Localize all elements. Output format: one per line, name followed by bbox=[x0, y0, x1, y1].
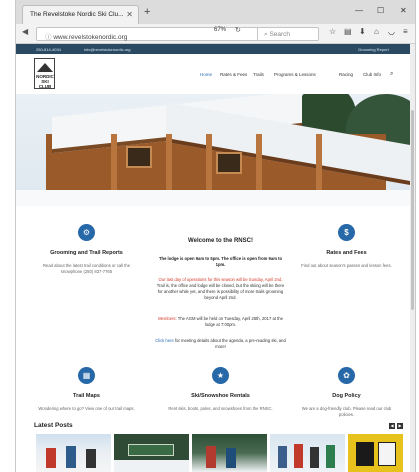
trail-maps-column: ▦ Trail Maps Wondering where to go? View… bbox=[34, 367, 139, 412]
skier-figure bbox=[206, 446, 216, 468]
snow-ground bbox=[16, 190, 415, 206]
hamburger-menu-icon[interactable]: ≡ bbox=[403, 28, 408, 36]
grooming-column: ⚙ Grooming and Trail Reports Read about … bbox=[34, 224, 139, 275]
latest-posts-heading: Latest Posts bbox=[34, 422, 73, 429]
site-search-icon[interactable]: ⌕ bbox=[390, 71, 393, 78]
skier-figure bbox=[294, 444, 303, 468]
lodge-hours: The lodge is open 9am to 5pm. The office… bbox=[158, 256, 283, 267]
address-bar[interactable]: ⓘ www.revelstokenordic.org bbox=[36, 27, 261, 41]
dog-policy-title[interactable]: Dog Policy bbox=[294, 393, 399, 399]
menu-trails[interactable]: Trails bbox=[253, 72, 264, 77]
page-scrollbar[interactable] bbox=[410, 44, 415, 472]
pocket-icon[interactable]: ◡ bbox=[388, 28, 395, 36]
url-text: www.revelstokenordic.org bbox=[53, 34, 128, 41]
scroll-thumb[interactable] bbox=[411, 110, 414, 310]
zoom-level[interactable]: 67% bbox=[214, 27, 226, 33]
menu-racing[interactable]: Racing bbox=[339, 72, 353, 77]
menu-rates[interactable]: Rates & Fees bbox=[220, 72, 247, 77]
gear-icon[interactable]: ⚙ bbox=[78, 224, 95, 241]
maximize-icon[interactable]: ☐ bbox=[377, 6, 384, 15]
tab-title: The Revelstoke Nordic Ski Clu... bbox=[30, 11, 124, 18]
close-tab-icon[interactable]: ✕ bbox=[126, 10, 133, 19]
dog-policy-column: ✿ Dog Policy We are a dog-friendly club.… bbox=[294, 367, 399, 418]
skier-figure bbox=[326, 445, 335, 468]
grooming-text: Read about the latest trail conditions o… bbox=[42, 263, 131, 274]
navigation-bar: ◀ ⓘ www.revelstokenordic.org 67% ↻ ⌕ Sea… bbox=[16, 24, 415, 44]
grooming-title[interactable]: Grooming and Trail Reports bbox=[34, 250, 139, 256]
tab-bar: The Revelstoke Nordic Ski Clu... ✕ + — ☐… bbox=[16, 0, 415, 24]
lodge-window bbox=[216, 152, 242, 174]
skier-figure bbox=[226, 448, 236, 468]
dog-policy-text: We are a dog-friendly club. Please read … bbox=[301, 406, 392, 417]
grooming-report-link[interactable]: Grooming Report bbox=[358, 47, 389, 52]
paw-icon[interactable]: ✿ bbox=[338, 367, 355, 384]
trail-maps-text: Wondering where to go? View one of our t… bbox=[38, 406, 135, 411]
post-thumbnail[interactable] bbox=[114, 434, 189, 472]
post-thumbnail[interactable] bbox=[348, 434, 403, 472]
members-label: Members: bbox=[158, 316, 177, 321]
trail-maps-title[interactable]: Trail Maps bbox=[34, 393, 139, 399]
star-icon[interactable]: ☆ bbox=[329, 28, 336, 36]
rates-column: $ Rates and Fees Find out about season's… bbox=[294, 224, 399, 269]
star-icon[interactable]: ★ bbox=[212, 367, 229, 384]
next-arrow-icon[interactable]: ▶ bbox=[397, 423, 403, 429]
skier-figure bbox=[278, 446, 287, 468]
mountain-icon bbox=[37, 63, 53, 72]
logo-text: NORDIC SKI CLUB bbox=[36, 74, 54, 89]
click-here-link[interactable]: Click here bbox=[155, 338, 174, 343]
search-placeholder: Search bbox=[269, 31, 291, 38]
lodge-window bbox=[126, 146, 152, 168]
rentals-text: Rent skis, boots, poles, and snowshoes f… bbox=[168, 406, 273, 411]
download-icon[interactable]: ⬇ bbox=[359, 28, 366, 36]
browser-tab[interactable]: The Revelstoke Nordic Ski Clu... ✕ bbox=[22, 5, 139, 24]
clipboard-icon[interactable]: ▤ bbox=[344, 28, 352, 36]
menu-club-info[interactable]: Club Info bbox=[363, 72, 381, 77]
back-arrow-icon[interactable]: ◀ bbox=[22, 28, 28, 36]
hero-lodge-image bbox=[16, 94, 415, 206]
snow-ground bbox=[114, 460, 189, 472]
close-window-icon[interactable]: ✕ bbox=[400, 6, 407, 15]
meeting-details: Click here for meeting details about the… bbox=[154, 338, 287, 350]
contact-strip: 250-814-4034 info@revelstokenordic.org G… bbox=[16, 44, 415, 54]
post-thumbnail[interactable] bbox=[192, 434, 267, 472]
home-icon[interactable]: ⌂ bbox=[374, 28, 379, 36]
members-text: The AGM will be held on Tuesday, April 2… bbox=[177, 316, 283, 327]
meeting-details-text: for meeting details about the agenda, a … bbox=[174, 338, 286, 349]
poster-graphic bbox=[378, 442, 396, 466]
closing-details: Trail is, the office and lodge will be c… bbox=[156, 283, 285, 300]
phone-number[interactable]: 250-814-4034 bbox=[36, 47, 61, 52]
prev-arrow-icon[interactable]: ◀ bbox=[389, 423, 395, 429]
minimize-icon[interactable]: — bbox=[355, 6, 363, 15]
post-thumbnail[interactable] bbox=[270, 434, 345, 472]
site-header: NORDIC SKI CLUB Home Rates & Fees Trails… bbox=[16, 54, 415, 94]
new-tab-icon[interactable]: + bbox=[144, 7, 150, 18]
rates-text: Find out about season's passes and lesso… bbox=[301, 263, 392, 268]
welcome-title: Welcome to the RNSC! bbox=[188, 238, 253, 244]
skier-figure bbox=[46, 448, 56, 468]
poster-graphic bbox=[356, 442, 374, 466]
menu-home[interactable]: Home bbox=[200, 72, 212, 77]
club-logo[interactable]: NORDIC SKI CLUB bbox=[34, 58, 55, 89]
menu-programs[interactable]: Programs & Lessons bbox=[274, 72, 316, 77]
skier-figure bbox=[310, 447, 319, 468]
browser-window: The Revelstoke Nordic Ski Clu... ✕ + — ☐… bbox=[15, 0, 416, 472]
email-address[interactable]: info@revelstokenordic.org bbox=[84, 47, 131, 52]
post-thumbnail[interactable] bbox=[36, 434, 111, 472]
closing-highlight: Our last day of operations for this seas… bbox=[158, 277, 283, 282]
search-input[interactable]: ⌕ Search bbox=[257, 27, 319, 41]
rentals-title[interactable]: Ski/Snowshoe Rentals bbox=[163, 393, 278, 399]
members-notice: Members: The AGM will be held on Tuesday… bbox=[154, 316, 287, 328]
rentals-column: ★ Ski/Snowshoe Rentals Rent skis, boots,… bbox=[163, 367, 278, 412]
skier-figure bbox=[86, 449, 96, 468]
skier-figure bbox=[66, 446, 76, 468]
reload-icon[interactable]: ↻ bbox=[235, 26, 241, 34]
rates-title[interactable]: Rates and Fees bbox=[294, 250, 399, 256]
trail-sign bbox=[128, 444, 174, 456]
map-icon[interactable]: ▦ bbox=[78, 367, 95, 384]
closing-notice: Our last day of operations for this seas… bbox=[154, 277, 287, 301]
dollar-icon[interactable]: $ bbox=[338, 224, 355, 241]
